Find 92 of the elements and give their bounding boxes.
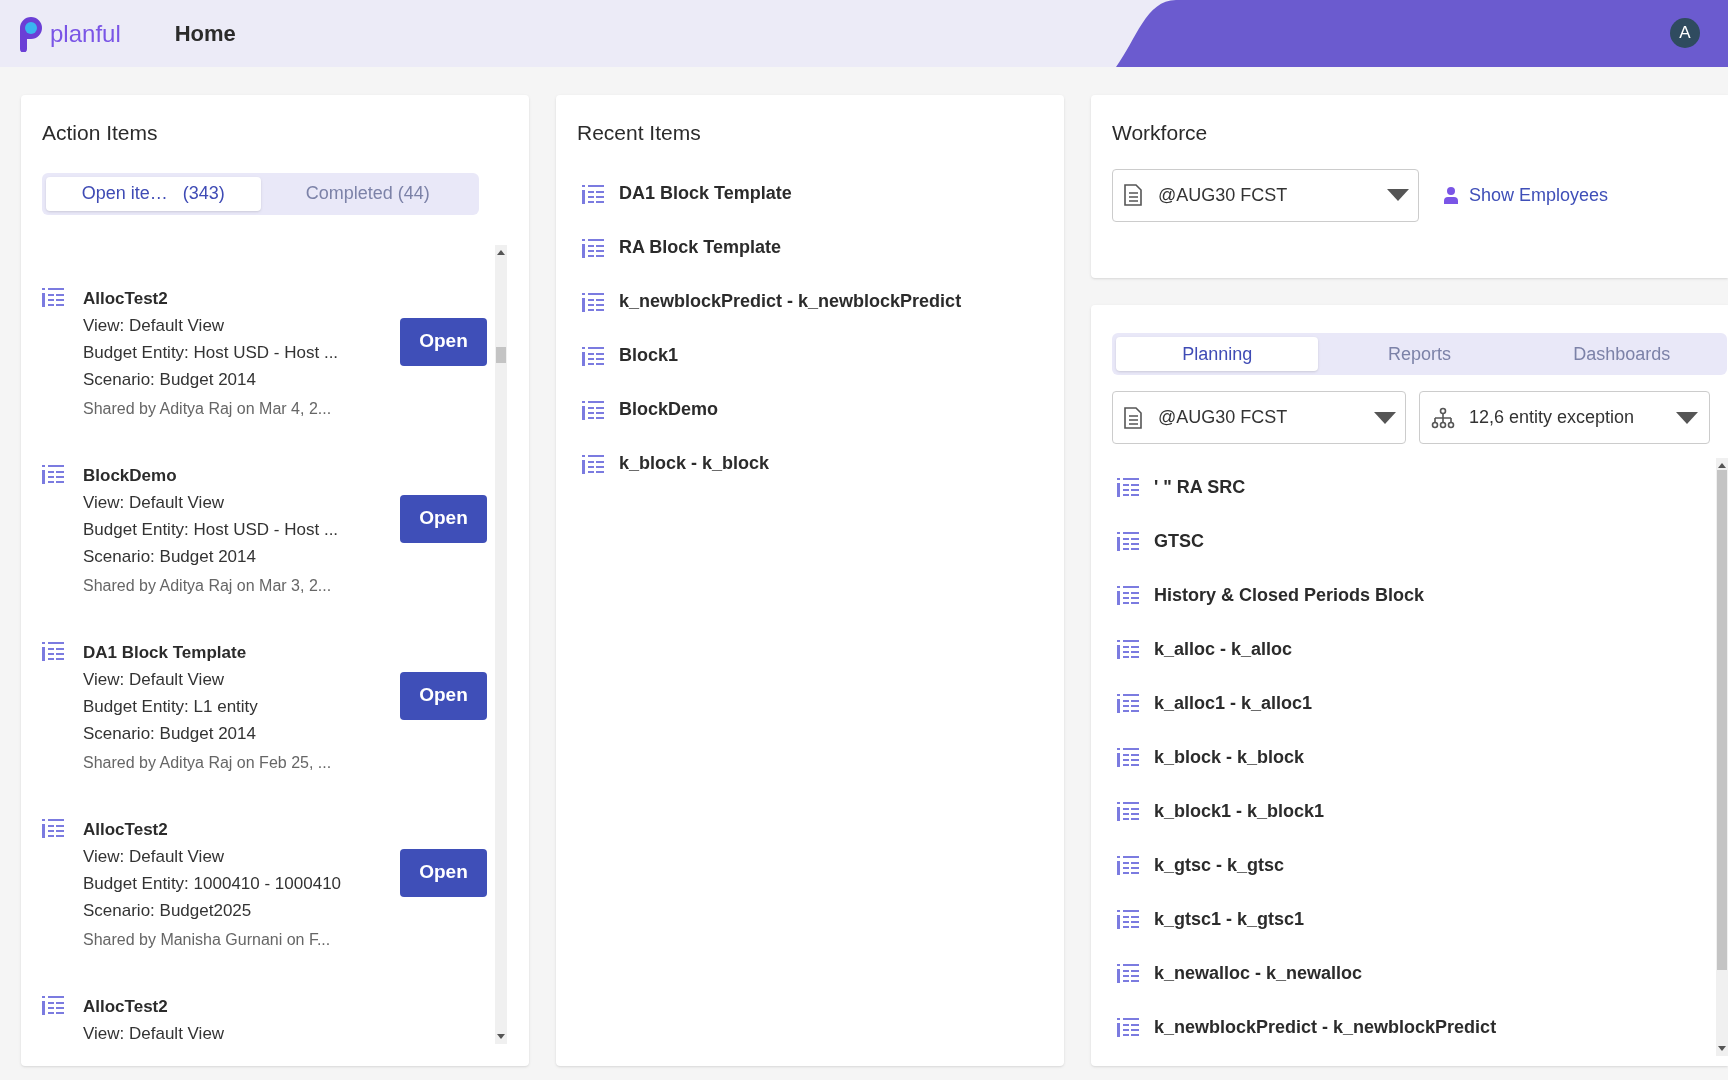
shared-by-text: Shared by Manisha Gurnani on F... bbox=[83, 929, 332, 950]
list-icon bbox=[582, 291, 604, 312]
panel-title: Recent Items bbox=[577, 120, 702, 146]
item-title[interactable]: DA1 Block Template bbox=[83, 638, 399, 666]
brand-name: planful bbox=[50, 18, 121, 49]
item-title[interactable]: AllocTest2 bbox=[83, 992, 495, 1020]
recent-item[interactable]: RA Block Template bbox=[619, 234, 782, 261]
scroll-down-icon[interactable] bbox=[497, 1034, 505, 1039]
person-icon bbox=[1443, 186, 1459, 204]
scenario-dropdown[interactable]: @AUG30 FCST bbox=[1112, 391, 1406, 444]
list-icon bbox=[582, 453, 604, 474]
item-detail: Scenario: Budget 2014 bbox=[83, 368, 257, 391]
list-icon bbox=[1117, 477, 1139, 497]
panel-title: Action Items bbox=[42, 120, 159, 146]
open-button[interactable]: Open bbox=[400, 494, 487, 543]
item-detail: Budget Entity: Host USD - Host ... bbox=[83, 341, 340, 364]
logo-icon bbox=[18, 15, 44, 52]
planning-item[interactable]: History & Closed Periods Block bbox=[1154, 581, 1425, 609]
planning-item[interactable]: k_alloc - k_alloc bbox=[1154, 635, 1293, 663]
scroll-up-icon[interactable] bbox=[1718, 463, 1726, 468]
planning-item[interactable]: k_gtsc - k_gtsc bbox=[1154, 851, 1285, 879]
list-icon bbox=[582, 183, 604, 204]
list-icon bbox=[582, 237, 604, 258]
open-button[interactable]: Open bbox=[400, 317, 487, 366]
item-detail: View: Default View bbox=[83, 1022, 226, 1044]
list-icon bbox=[1117, 639, 1139, 659]
scrollbar[interactable] bbox=[1716, 458, 1728, 1056]
caret-icon bbox=[1387, 189, 1409, 201]
planning-item[interactable]: GTSC bbox=[1154, 527, 1204, 555]
list-icon bbox=[42, 817, 64, 838]
list-icon bbox=[1117, 963, 1139, 983]
scroll-up-icon[interactable] bbox=[497, 249, 505, 255]
recent-item[interactable]: k_block - k_block bbox=[619, 450, 770, 477]
entity-dropdown[interactable]: 12,6 entity exception bbox=[1419, 391, 1710, 444]
planning-item[interactable]: k_block1 - k_block1 bbox=[1154, 797, 1325, 825]
item-detail: Budget Entity: 1000410 - 1000410 bbox=[83, 872, 343, 895]
list-icon bbox=[1117, 585, 1139, 605]
list-icon bbox=[1117, 909, 1139, 929]
tab[interactable]: Planning bbox=[1116, 337, 1319, 371]
planning-item[interactable]: k_block - k_block bbox=[1154, 743, 1305, 771]
item-detail: View: Default View bbox=[83, 668, 226, 691]
list-icon bbox=[1117, 693, 1139, 713]
document-icon bbox=[1122, 405, 1144, 430]
list-icon bbox=[42, 463, 64, 484]
list-icon bbox=[42, 994, 64, 1015]
list-icon bbox=[582, 399, 604, 420]
item-detail: Scenario: Budget2025 bbox=[83, 899, 253, 922]
planning-item[interactable]: k_newblockPredict - k_newblockPredict bbox=[1154, 1013, 1497, 1041]
list-icon bbox=[1117, 531, 1139, 551]
open-button[interactable]: Open bbox=[400, 848, 487, 897]
shared-by-text: Shared by Aditya Raj on Feb 25, ... bbox=[83, 752, 333, 773]
list-icon bbox=[1117, 801, 1139, 821]
list-icon bbox=[42, 640, 64, 661]
list-icon bbox=[1117, 747, 1139, 767]
item-detail: Budget Entity: L1 entity bbox=[83, 695, 259, 718]
planning-item[interactable]: k_alloc1 - k_alloc1 bbox=[1154, 689, 1313, 717]
list-icon bbox=[42, 286, 64, 307]
shared-by-text: Shared by Aditya Raj on Mar 4, 2... bbox=[83, 398, 333, 419]
item-detail: View: Default View bbox=[83, 845, 226, 868]
item-title[interactable]: BlockDemo bbox=[83, 461, 399, 489]
scroll-down-icon[interactable] bbox=[1718, 1046, 1726, 1051]
scrollbar[interactable] bbox=[495, 244, 507, 1044]
recent-item[interactable]: BlockDemo bbox=[619, 396, 719, 423]
item-detail: View: Default View bbox=[83, 314, 226, 337]
caret-icon bbox=[1676, 411, 1698, 424]
scenario-dropdown[interactable]: @AUG30 FCST bbox=[1112, 168, 1419, 222]
planning-item[interactable]: k_newalloc - k_newalloc bbox=[1154, 959, 1363, 987]
scrollbar-thumb[interactable] bbox=[496, 346, 506, 363]
document-icon bbox=[1122, 183, 1144, 207]
planning-item[interactable]: ' " RA SRC bbox=[1154, 473, 1246, 501]
item-detail: Scenario: Budget 2014 bbox=[83, 545, 257, 568]
list-icon bbox=[582, 345, 604, 366]
recent-item[interactable]: k_newblockPredict - k_newblockPredict bbox=[619, 288, 962, 315]
hierarchy-icon bbox=[1431, 406, 1455, 429]
caret-icon bbox=[1374, 411, 1396, 424]
item-detail: Scenario: Budget 2014 bbox=[83, 722, 257, 745]
page-title: Home bbox=[174, 20, 236, 48]
tab[interactable]: Open ite… (343) bbox=[46, 176, 261, 211]
item-title[interactable]: AllocTest2 bbox=[83, 815, 399, 843]
recent-item[interactable]: Block1 bbox=[619, 342, 679, 369]
planning-item[interactable]: k_gtsc1 - k_gtsc1 bbox=[1154, 905, 1305, 933]
recent-item[interactable]: DA1 Block Template bbox=[619, 180, 792, 207]
scrollbar-thumb[interactable] bbox=[1717, 470, 1727, 970]
item-detail: Budget Entity: Host USD - Host ... bbox=[83, 518, 340, 541]
list-icon bbox=[1117, 1017, 1139, 1037]
open-button[interactable]: Open bbox=[400, 671, 487, 720]
item-detail: View: Default View bbox=[83, 491, 226, 514]
show-employees-link[interactable]: Show Employees bbox=[1469, 181, 1609, 209]
item-title[interactable]: AllocTest2 bbox=[83, 284, 399, 312]
panel-title: Workforce bbox=[1112, 120, 1209, 146]
shared-by-text: Shared by Aditya Raj on Mar 3, 2... bbox=[83, 575, 333, 596]
list-icon bbox=[1117, 855, 1139, 875]
